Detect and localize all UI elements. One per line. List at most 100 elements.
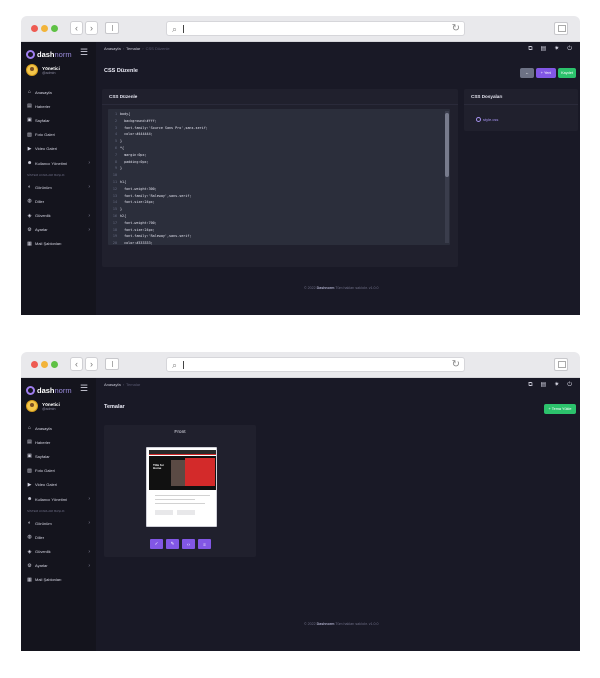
- maximize-window-button[interactable]: [51, 361, 58, 368]
- chevron-right-icon: ›: [88, 184, 90, 191]
- code-line: 6 *{: [108, 145, 444, 152]
- logout-icon[interactable]: ⏻: [567, 382, 572, 388]
- tabs-icon[interactable]: [554, 22, 568, 35]
- sidebar-item-sayfalar[interactable]: ▣ Sayfalar: [21, 449, 96, 463]
- sidebar-item-label: Görünüm: [35, 184, 52, 190]
- address-bar[interactable]: ⌕ ↻: [166, 357, 465, 372]
- back-icon[interactable]: ‹: [70, 21, 83, 35]
- minimize-window-button[interactable]: [41, 361, 48, 368]
- activate-icon[interactable]: ✓: [150, 539, 163, 549]
- sidebar-section-title: SİSTEM AYARLARI BAŞLIK: [27, 509, 65, 514]
- back-icon[interactable]: ‹: [70, 357, 83, 371]
- back-button[interactable]: ←: [520, 68, 534, 78]
- maximize-window-button[interactable]: [51, 25, 58, 32]
- code-text: padding:0px;: [120, 159, 149, 164]
- user-profile[interactable]: Yönetici @admin: [26, 400, 60, 412]
- sidebar-item-foto-galeri[interactable]: ▨ Foto Galeri: [21, 128, 96, 142]
- preview-block: [155, 510, 173, 515]
- sidebar-item-anasayfa[interactable]: ⌂ Anasayfa: [21, 85, 96, 99]
- sidebar-item-mail-sablonlari[interactable]: ▦ Mail Şablonları: [21, 573, 96, 587]
- notes-icon[interactable]: ▤: [541, 382, 547, 388]
- logo-icon: [26, 49, 35, 59]
- sidebar-item-label: Video Galeri: [35, 482, 57, 488]
- edit-icon[interactable]: ✎: [166, 539, 179, 549]
- notes-icon[interactable]: ▤: [541, 46, 547, 52]
- chevron-right-icon: ›: [88, 496, 90, 503]
- sidebar-item-diller[interactable]: ◍ Diller: [21, 194, 96, 208]
- breadcrumb-item-anasayfa[interactable]: Anasayfa: [104, 382, 121, 387]
- code-line: 5}: [108, 138, 444, 145]
- reload-icon[interactable]: ↻: [452, 23, 460, 34]
- breadcrumb-item-temalar[interactable]: Temalar: [126, 46, 140, 51]
- logo[interactable]: dash norm: [26, 383, 72, 397]
- video-icon: ▶: [27, 145, 32, 152]
- save-button[interactable]: Kaydet: [558, 68, 576, 78]
- sidebar-item-foto-galeri[interactable]: ▨ Foto Galeri: [21, 464, 96, 478]
- preview-hero-image: [171, 460, 185, 486]
- user-profile[interactable]: Yönetici @admin: [26, 64, 60, 76]
- settings-icon[interactable]: ≡: [198, 539, 211, 549]
- upload-theme-button[interactable]: + Tema Yükle: [544, 404, 576, 414]
- sidebar-item-ayarlar[interactable]: ⚙ Ayarlar ›: [21, 223, 96, 237]
- breadcrumb-item-anasayfa[interactable]: Anasayfa: [104, 46, 121, 51]
- theme-preview-image[interactable]: Title for Home: [146, 447, 217, 527]
- sidebar-item-video-galeri[interactable]: ▶ Video Galeri: [21, 478, 96, 492]
- sidebar-item-ayarlar[interactable]: ⚙ Ayarlar ›: [21, 559, 96, 573]
- sidebar-item-anasayfa[interactable]: ⌂ Anasayfa: [21, 421, 96, 435]
- sidebar-item-label: Sayfalar: [35, 453, 50, 459]
- menu-toggle-icon[interactable]: ☰: [80, 48, 88, 57]
- sidebar-item-haberler[interactable]: ▤ Haberler: [21, 435, 96, 449]
- editor-card: CSS Düzenle 1 body{2 background:#fff; 3 fo…: [102, 89, 458, 267]
- users-icon: ☻: [27, 160, 33, 167]
- sidebar-item-guvenlik[interactable]: ◈ Güvenlik ›: [21, 209, 96, 223]
- editor-scrollbar[interactable]: [445, 111, 449, 243]
- sidebar-item-diller[interactable]: ◍ Diller: [21, 530, 96, 544]
- logout-icon[interactable]: ⏻: [567, 46, 572, 52]
- sidebar-item-guvenlik[interactable]: ◈ Güvenlik ›: [21, 545, 96, 559]
- css-file-item[interactable]: style.css: [476, 117, 498, 122]
- code-text: font-weight:300;: [120, 186, 157, 191]
- new-button[interactable]: + Yeni: [536, 68, 556, 78]
- sidebar-item-sayfalar[interactable]: ▣ Sayfalar: [21, 113, 96, 127]
- scrollbar-thumb[interactable]: [445, 113, 449, 177]
- reload-icon[interactable]: ↻: [452, 359, 460, 370]
- sidebar-item-label: Foto Galeri: [35, 468, 55, 474]
- code-text: }: [120, 207, 123, 212]
- line-number: 13: [112, 193, 117, 198]
- external-link-icon[interactable]: ⧉: [528, 46, 532, 52]
- chevron-right-icon: ›: [88, 520, 90, 527]
- sidebar-item-kullanici-yonetimi[interactable]: ☻ Kullanıcı Yönetimi ›: [21, 156, 96, 170]
- line-number: 14: [112, 200, 117, 205]
- forward-icon[interactable]: ›: [85, 21, 98, 35]
- sidebar-item-gorunum[interactable]: ◐ Görünüm ›: [21, 180, 96, 194]
- forward-icon[interactable]: ›: [85, 357, 98, 371]
- external-link-icon[interactable]: ⧉: [528, 382, 532, 388]
- tabs-icon[interactable]: [554, 358, 568, 371]
- sidebar-item-kullanici-yonetimi[interactable]: ☻ Kullanıcı Yönetimi ›: [21, 492, 96, 506]
- sidebar-item-haberler[interactable]: ▤ Haberler: [21, 99, 96, 113]
- sidebar-item-mail-sablonlari[interactable]: ▦ Mail Şablonları: [21, 237, 96, 251]
- line-number: 16: [112, 213, 117, 218]
- sidebar-item-label: Ayarlar: [35, 563, 48, 569]
- sidebar-item-gorunum[interactable]: ◐ Görünüm ›: [21, 516, 96, 530]
- footer-brand[interactable]: Dashnorm: [317, 622, 335, 626]
- close-window-button[interactable]: [31, 361, 38, 368]
- minimize-window-button[interactable]: [41, 25, 48, 32]
- close-window-button[interactable]: [31, 25, 38, 32]
- address-bar[interactable]: ⌕ ↻: [166, 21, 465, 36]
- menu-toggle-icon[interactable]: ☰: [80, 384, 88, 393]
- sidebar-item-label: Sayfalar: [35, 117, 50, 123]
- css-code-editor[interactable]: 1 body{2 background:#fff; 3 font-family:'S…: [108, 109, 450, 245]
- theme-toggle-icon[interactable]: ✷: [554, 46, 559, 52]
- browser-toolbar: ‹ › ⌕ ↻: [21, 352, 580, 378]
- sidebar-toggle-icon[interactable]: [105, 358, 119, 370]
- sidebar-item-video-galeri[interactable]: ▶ Video Galeri: [21, 142, 96, 156]
- theme-name: Front: [174, 430, 186, 435]
- code-icon[interactable]: ‹›: [182, 539, 195, 549]
- sidebar-toggle-icon[interactable]: [105, 22, 119, 34]
- preview-hero-banner: [185, 458, 215, 486]
- theme-toggle-icon[interactable]: ✷: [554, 382, 559, 388]
- logo[interactable]: dash norm: [26, 47, 72, 61]
- video-icon: ▶: [27, 481, 32, 488]
- footer-brand[interactable]: Dashnorm: [317, 286, 335, 290]
